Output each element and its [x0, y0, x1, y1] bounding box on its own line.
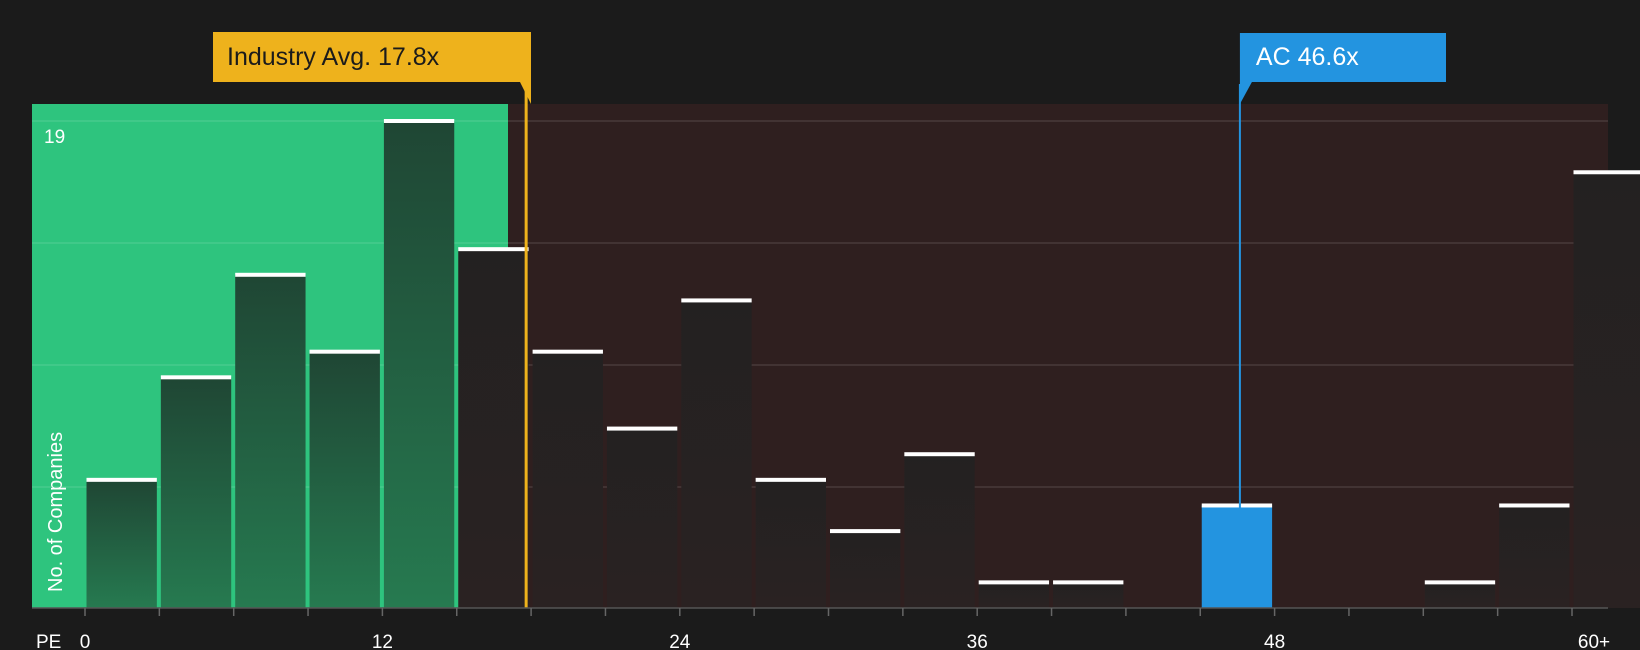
- bar-cap: [1053, 580, 1124, 585]
- bar-cap: [1201, 503, 1273, 508]
- company-label: AC 46.6x: [1256, 43, 1359, 71]
- bar-cap: [458, 247, 529, 252]
- histogram-bar: [383, 121, 455, 608]
- bar-cap: [755, 477, 826, 482]
- y-axis-label: No. of Companies: [45, 432, 67, 592]
- pe-distribution-chart: Industry Avg. 17.8x AC 46.6x 0 12 24 36 48 60+…: [32, 32, 1640, 650]
- histogram-bar: [978, 582, 1050, 608]
- histogram-bar: [1499, 505, 1570, 608]
- x-tick-label: 12: [372, 632, 393, 650]
- histogram-bar: [904, 454, 975, 608]
- bar-cap: [681, 298, 752, 303]
- x-tick-label: 24: [669, 632, 691, 650]
- bar-cap: [532, 349, 603, 354]
- bar-cap: [904, 452, 975, 457]
- histogram-bar: [532, 351, 603, 608]
- bar-cap: [830, 529, 901, 534]
- bar-cap: [1499, 503, 1570, 508]
- bar-cap: [309, 349, 380, 354]
- y-max-label: 19: [44, 127, 65, 148]
- bar-cap: [86, 477, 157, 482]
- x-tick-label: 60+: [1578, 632, 1610, 650]
- x-tick-label: 48: [1264, 632, 1285, 650]
- histogram-bar: [1053, 582, 1124, 608]
- bar-cap: [160, 375, 232, 380]
- histogram-bar: [458, 249, 529, 608]
- bar-cap: [383, 119, 455, 123]
- x-tick-label: 0: [80, 632, 91, 650]
- histogram-bar: [830, 531, 901, 608]
- histogram-bar: [755, 479, 826, 608]
- histogram-bar: [1424, 582, 1496, 608]
- histogram-bar: [681, 300, 752, 608]
- bar-cap: [1424, 580, 1496, 585]
- histogram-bar: [160, 377, 232, 608]
- bar-cap: [978, 580, 1050, 585]
- bar-cap: [235, 272, 306, 277]
- industry-avg-label: Industry Avg. 17.8x: [227, 43, 440, 71]
- bar-cap: [606, 426, 678, 431]
- bar-cap: [1573, 170, 1640, 175]
- company-bar: [1201, 505, 1273, 608]
- histogram-bar: [86, 479, 157, 608]
- x-tick-label: 36: [967, 632, 988, 650]
- histogram-bar: [1573, 172, 1640, 608]
- x-axis-label: PE: [36, 632, 61, 650]
- histogram-bar: [309, 351, 380, 608]
- histogram-bar: [235, 274, 306, 608]
- histogram-bar: [606, 428, 678, 608]
